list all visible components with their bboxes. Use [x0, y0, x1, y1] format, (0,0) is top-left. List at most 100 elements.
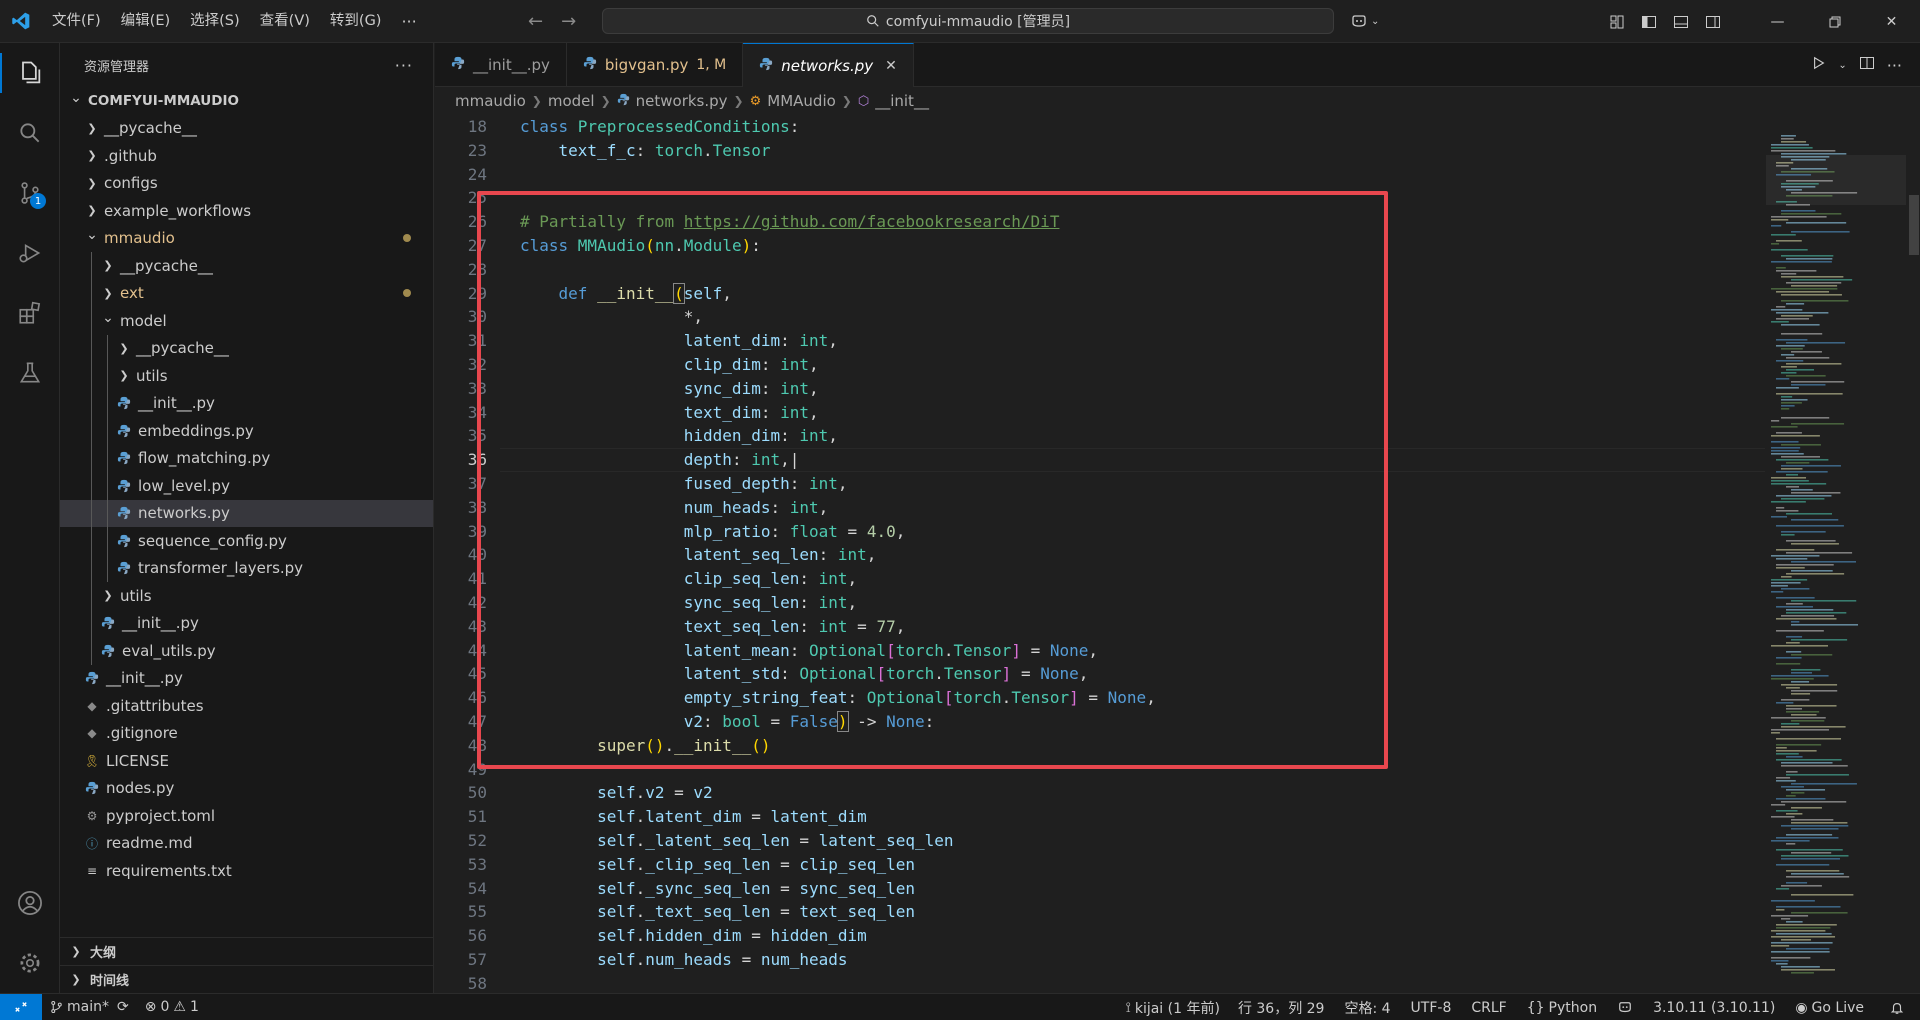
- notifications-bell-icon[interactable]: [1874, 1001, 1920, 1015]
- code-line[interactable]: 57 self.num_heads = num_heads: [435, 948, 1765, 972]
- code-line[interactable]: 48 super().__init__(): [435, 734, 1765, 758]
- tree-file[interactable]: 🎗 LICENSE: [60, 747, 433, 775]
- more-actions-icon[interactable]: ···: [1887, 56, 1902, 75]
- code-line[interactable]: 40 latent_seq_len: int,: [435, 543, 1765, 567]
- tree-file[interactable]: flow_matching.py: [60, 444, 433, 472]
- language-mode[interactable]: {} Python: [1517, 1000, 1607, 1016]
- breadcrumb-item[interactable]: MMAudio: [767, 92, 836, 110]
- breadcrumb-item[interactable]: networks.py: [636, 92, 728, 110]
- tree-folder[interactable]: ❯ ext: [60, 279, 433, 307]
- minimize-icon[interactable]: —: [1749, 0, 1806, 43]
- copilot-button[interactable]: ⌄: [1350, 0, 1379, 43]
- end-of-line[interactable]: CRLF: [1461, 1000, 1516, 1016]
- code-line[interactable]: 58: [435, 972, 1765, 993]
- go-live-button[interactable]: ◉ Go Live: [1785, 1000, 1874, 1016]
- extensions-icon[interactable]: [0, 283, 60, 343]
- tree-file[interactable]: ⓘ readme.md: [60, 830, 433, 858]
- indentation[interactable]: 空格: 4: [1334, 998, 1400, 1018]
- outline-section[interactable]: ❯ 大纲: [60, 937, 434, 965]
- code-line[interactable]: 42 sync_seq_len: int,: [435, 591, 1765, 615]
- code-line[interactable]: 28: [435, 258, 1765, 282]
- toggle-panel-icon[interactable]: [1665, 0, 1697, 43]
- tree-folder[interactable]: ⌄ model: [60, 307, 433, 335]
- back-arrow-icon[interactable]: ←: [528, 11, 543, 32]
- code-line[interactable]: 36 depth: int,|: [435, 448, 1765, 472]
- tree-file[interactable]: __init__.py: [60, 665, 433, 693]
- run-python-icon[interactable]: [1812, 56, 1826, 74]
- minimap[interactable]: [1766, 115, 1906, 993]
- accounts-icon[interactable]: [0, 873, 60, 933]
- timeline-section[interactable]: ❯ 时间线: [60, 965, 434, 993]
- menu-view[interactable]: 查看(V): [250, 0, 320, 43]
- code-line[interactable]: 55 self._text_seq_len = text_seq_len: [435, 900, 1765, 924]
- code-line[interactable]: 49: [435, 758, 1765, 782]
- code-line[interactable]: 29 def __init__(self,: [435, 282, 1765, 306]
- code-line[interactable]: 56 self.hidden_dim = hidden_dim: [435, 924, 1765, 948]
- tree-file[interactable]: __init__.py: [60, 609, 433, 637]
- tree-file[interactable]: __init__.py: [60, 389, 433, 417]
- tab-init-py[interactable]: __init__.py: [435, 43, 567, 87]
- python-interpreter[interactable]: 3.10.11 (3.10.11): [1643, 1000, 1785, 1016]
- code-line[interactable]: 37 fused_depth: int,: [435, 472, 1765, 496]
- breadcrumb-item[interactable]: mmaudio: [455, 92, 526, 110]
- code-line[interactable]: 41 clip_seq_len: int,: [435, 567, 1765, 591]
- tab-networks-py[interactable]: networks.py ✕: [743, 43, 914, 87]
- code-line[interactable]: 26 # Partially from https://github.com/fa…: [435, 210, 1765, 234]
- tree-folder[interactable]: ❯ __pycache__: [60, 115, 433, 143]
- code-line[interactable]: 52 self._latent_seq_len = latent_seq_len: [435, 829, 1765, 853]
- vertical-scrollbar[interactable]: [1906, 115, 1920, 993]
- code-line[interactable]: 24: [435, 163, 1765, 187]
- code-line[interactable]: 23 text_f_c: torch.Tensor: [435, 139, 1765, 163]
- code-line[interactable]: 35 hidden_dim: int,: [435, 424, 1765, 448]
- copilot-status-icon[interactable]: [1607, 1001, 1643, 1015]
- cursor-position[interactable]: 行 36，列 29: [1228, 998, 1335, 1018]
- tree-file[interactable]: ◆ .gitignore: [60, 720, 433, 748]
- code-line[interactable]: 47 v2: bool = False) -> None:: [435, 710, 1765, 734]
- tree-file[interactable]: low_level.py: [60, 472, 433, 500]
- command-center[interactable]: comfyui-mmaudio [管理员]: [602, 8, 1334, 34]
- sync-icon[interactable]: ⟳: [117, 999, 129, 1015]
- tree-file[interactable]: ≡ requirements.txt: [60, 857, 433, 885]
- forward-arrow-icon[interactable]: →: [561, 11, 576, 32]
- code-line[interactable]: 44 latent_mean: Optional[torch.Tensor] =…: [435, 639, 1765, 663]
- tree-folder[interactable]: ⌄ mmaudio: [60, 225, 433, 253]
- close-tab-icon[interactable]: ✕: [885, 58, 897, 74]
- tree-file[interactable]: sequence_config.py: [60, 527, 433, 555]
- branch-status[interactable]: main* ⟳: [42, 999, 137, 1015]
- code-line[interactable]: 51 self.latent_dim = latent_dim: [435, 805, 1765, 829]
- code-line[interactable]: 31 latent_dim: int,: [435, 329, 1765, 353]
- tree-file[interactable]: eval_utils.py: [60, 637, 433, 665]
- code-line[interactable]: 45 latent_std: Optional[torch.Tensor] = …: [435, 662, 1765, 686]
- tree-file[interactable]: embeddings.py: [60, 417, 433, 445]
- split-editor-icon[interactable]: [1859, 55, 1875, 75]
- chevron-down-icon[interactable]: ⌄: [1838, 60, 1846, 71]
- code-line[interactable]: 39 mlp_ratio: float = 4.0,: [435, 520, 1765, 544]
- encoding[interactable]: UTF-8: [1401, 1000, 1462, 1016]
- tree-folder[interactable]: ⌄ COMFYUI-MMAUDIO: [60, 87, 433, 115]
- explorer-icon[interactable]: [0, 43, 60, 103]
- code-editor[interactable]: 18 class PreprocessedConditions: 23 text_f…: [435, 115, 1765, 993]
- menu-selection[interactable]: 选择(S): [180, 0, 250, 43]
- code-line[interactable]: 33 sync_dim: int,: [435, 377, 1765, 401]
- menu-more-icon[interactable]: ···: [391, 12, 426, 31]
- code-line[interactable]: 34 text_dim: int,: [435, 401, 1765, 425]
- toggle-secondary-sidebar-icon[interactable]: [1697, 0, 1729, 43]
- tree-file[interactable]: networks.py: [60, 499, 433, 527]
- manage-gear-icon[interactable]: [0, 933, 60, 993]
- close-window-icon[interactable]: ✕: [1863, 0, 1920, 43]
- run-debug-icon[interactable]: [0, 223, 60, 283]
- code-line[interactable]: 18 class PreprocessedConditions:: [435, 115, 1765, 139]
- git-blame-status[interactable]: ⟟ kijai (1 年前): [1118, 998, 1228, 1018]
- tree-file[interactable]: ◆ .gitattributes: [60, 692, 433, 720]
- scrollbar-thumb[interactable]: [1909, 195, 1919, 255]
- tree-folder[interactable]: ❯ utils: [60, 582, 433, 610]
- tree-folder[interactable]: ❯ example_workflows: [60, 197, 433, 225]
- code-line[interactable]: 30 *,: [435, 305, 1765, 329]
- code-line[interactable]: 50 self.v2 = v2: [435, 781, 1765, 805]
- code-line[interactable]: 46 empty_string_feat: Optional[torch.Ten…: [435, 686, 1765, 710]
- explorer-more-icon[interactable]: ···: [395, 56, 413, 75]
- tree-file[interactable]: ⚙ pyproject.toml: [60, 802, 433, 830]
- code-line[interactable]: 43 text_seq_len: int = 77,: [435, 615, 1765, 639]
- tree-file[interactable]: nodes.py: [60, 775, 433, 803]
- code-line[interactable]: 27 class MMAudio(nn.Module):: [435, 234, 1765, 258]
